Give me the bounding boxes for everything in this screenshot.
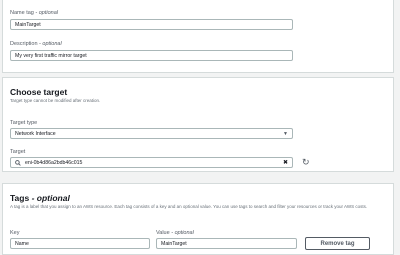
caret-down-icon: ▼	[283, 130, 288, 137]
remove-tag-button[interactable]: Remove tag	[305, 237, 370, 250]
tag-key-input[interactable]: Name	[10, 238, 150, 249]
refresh-icon[interactable]: ↻	[302, 157, 310, 168]
general-settings-panel: Name tag - optional MainTarget Descripti…	[2, 0, 394, 73]
description-input[interactable]: My very first traffic mirror target	[10, 50, 293, 61]
tags-panel: Tags - optional A tag is a label that yo…	[2, 183, 394, 255]
description-label: Description - optional	[10, 41, 62, 47]
name-tag-label: Name tag - optional	[10, 10, 59, 16]
tag-value-input[interactable]: MainTarget	[156, 238, 297, 249]
tag-value-column-label: Value - optional	[156, 230, 194, 236]
target-search-input[interactable]: eni-0b4d86a2bdb46c015 ✖	[10, 157, 293, 168]
name-tag-input[interactable]: MainTarget	[10, 19, 293, 30]
tag-key-column-label: Key	[10, 230, 20, 236]
clear-icon[interactable]: ✖	[283, 159, 288, 166]
choose-target-heading: Choose target	[10, 87, 68, 97]
choose-target-help: Target type cannot be modified after cre…	[10, 98, 101, 103]
tags-heading: Tags - optional	[10, 193, 70, 203]
tags-help: A tag is a label that you assign to an A…	[10, 204, 368, 209]
target-type-select[interactable]: Network Interface ▼	[10, 128, 293, 139]
choose-target-panel: Choose target Target type cannot be modi…	[2, 77, 394, 172]
target-label: Target	[10, 149, 26, 155]
target-type-label: Target type	[10, 120, 38, 126]
search-icon	[15, 159, 21, 166]
